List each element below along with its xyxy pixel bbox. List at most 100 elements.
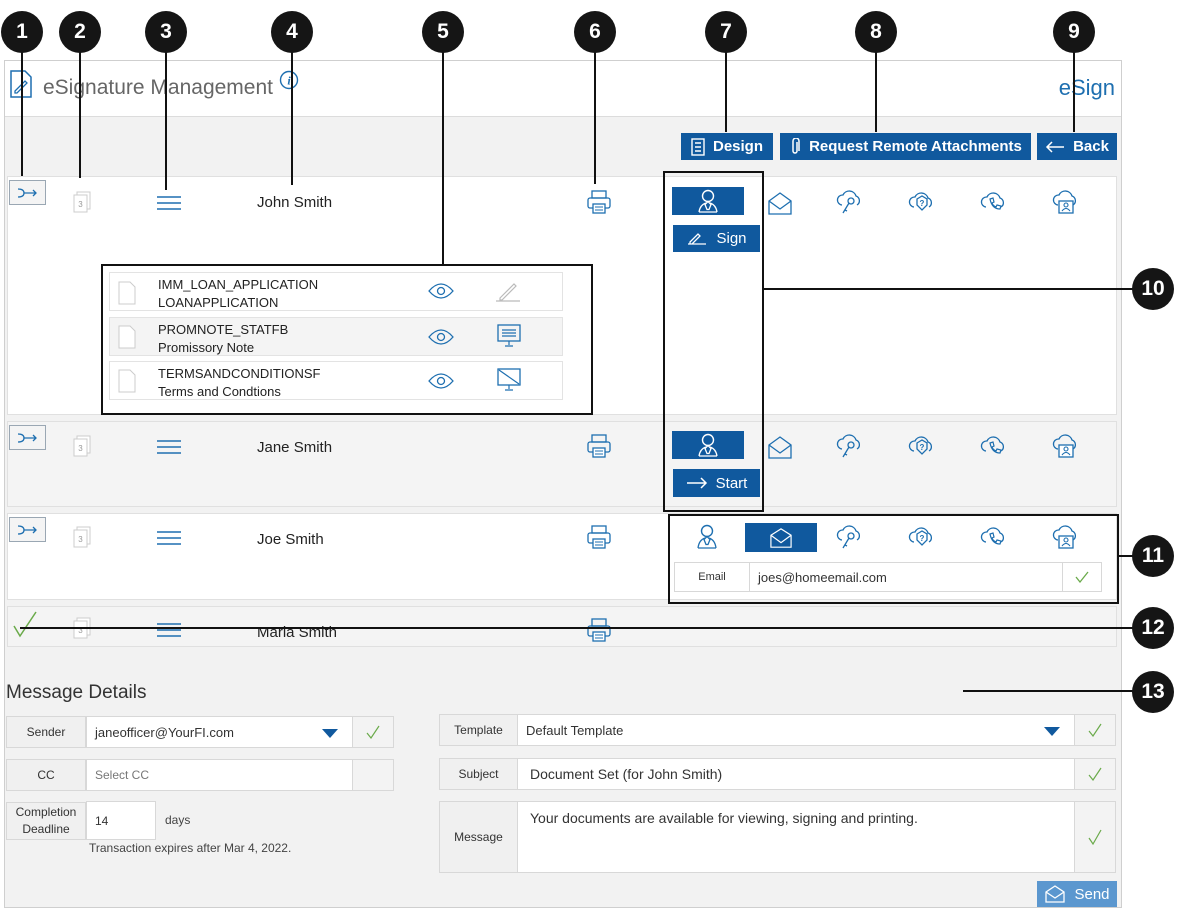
send-button[interactable]: Send <box>1037 881 1117 907</box>
callout-marker-13: 13 <box>1132 671 1174 713</box>
cc-confirm-button[interactable] <box>352 759 394 791</box>
check-icon <box>1088 767 1102 781</box>
send-label: Send <box>1074 885 1110 903</box>
signer-name: John Smith <box>257 194 333 211</box>
message-label: Message <box>439 801 518 873</box>
esign-app: eSignature Management i eSign Design Req… <box>4 60 1122 908</box>
app-header: eSignature Management i eSign <box>5 61 1121 117</box>
message-confirm-button[interactable] <box>1074 801 1116 873</box>
check-icon <box>1088 829 1102 845</box>
subject-label: Subject <box>439 758 518 790</box>
svg-text:?: ? <box>920 199 925 208</box>
callout-marker-8: 8 <box>855 11 897 53</box>
cc-select[interactable]: Select CC <box>86 759 353 791</box>
callout-marker-4: 4 <box>271 11 313 53</box>
design-icon <box>691 137 705 156</box>
list-icon[interactable] <box>156 195 182 211</box>
list-icon[interactable] <box>156 530 182 546</box>
callout-frame-5 <box>101 264 593 415</box>
days-label: days <box>165 813 191 827</box>
mail-icon[interactable] <box>766 435 794 461</box>
printer-icon[interactable] <box>586 189 612 215</box>
info-icon[interactable]: i <box>279 70 299 90</box>
key-cloud-icon[interactable] <box>836 433 864 461</box>
sender-confirm-button[interactable] <box>352 716 394 748</box>
design-button[interactable]: Design <box>681 133 773 160</box>
route-icon <box>16 524 40 536</box>
back-label: Back <box>1073 138 1109 155</box>
check-icon <box>366 725 380 739</box>
callout-line-2 <box>79 52 81 178</box>
phone-cloud-icon[interactable] <box>980 433 1008 461</box>
mail-icon[interactable] <box>766 191 794 217</box>
doc-count-icon: 3 <box>73 526 91 548</box>
callout-marker-1: 1 <box>1 11 43 53</box>
route-button[interactable] <box>9 517 46 542</box>
template-confirm-button[interactable] <box>1074 714 1116 746</box>
design-label: Design <box>712 138 763 155</box>
deadline-label: Completion Deadline <box>6 802 86 840</box>
request-remote-attachments-button[interactable]: Request Remote Attachments <box>780 133 1031 160</box>
callout-line-7 <box>725 52 727 132</box>
deadline-field[interactable]: 14 <box>86 801 156 840</box>
callout-line-5 <box>442 52 444 264</box>
template-value: Default Template <box>526 722 624 738</box>
subject-field[interactable]: Document Set (for John Smith) <box>517 758 1075 790</box>
callout-marker-2: 2 <box>59 11 101 53</box>
list-icon[interactable] <box>156 622 182 638</box>
svg-text:3: 3 <box>78 535 83 544</box>
list-icon[interactable] <box>156 439 182 455</box>
message-textarea[interactable]: Your documents are available for viewing… <box>517 801 1075 873</box>
chevron-down-icon <box>322 729 338 738</box>
callout-marker-7: 7 <box>705 11 747 53</box>
check-icon <box>1088 723 1102 737</box>
callout-marker-12: 12 <box>1132 607 1174 649</box>
callout-marker-6: 6 <box>574 11 616 53</box>
key-cloud-icon[interactable] <box>836 189 864 217</box>
callout-frame-11 <box>668 514 1119 604</box>
doc-count-icon: 3 <box>73 435 91 457</box>
route-button[interactable] <box>9 425 46 450</box>
completed-check-icon <box>13 610 37 638</box>
id-cloud-icon[interactable] <box>1052 433 1080 461</box>
route-icon <box>16 432 40 444</box>
callout-line-6 <box>594 52 596 184</box>
svg-text:3: 3 <box>78 444 83 453</box>
sender-select[interactable]: janeofficer@YourFI.com <box>86 716 353 748</box>
signer-row-jane: 3 Jane Smith Start ? <box>7 421 1117 507</box>
callout-line-9 <box>1073 52 1075 132</box>
callout-line-8 <box>875 52 877 132</box>
printer-icon[interactable] <box>586 617 612 643</box>
sender-label: Sender <box>6 716 86 748</box>
printer-icon[interactable] <box>586 524 612 550</box>
back-button[interactable]: Back <box>1037 133 1117 160</box>
brand-label: eSign <box>1058 75 1115 100</box>
callout-frame-10 <box>663 171 764 512</box>
send-icon <box>1044 885 1066 903</box>
question-cloud-icon[interactable]: ? <box>908 189 936 217</box>
message-details-heading: Message Details <box>6 682 147 703</box>
sender-value: janeofficer@YourFI.com <box>95 724 234 740</box>
callout-line-3 <box>165 52 167 190</box>
callout-marker-10: 10 <box>1132 268 1174 310</box>
route-button[interactable] <box>9 180 46 205</box>
printer-icon[interactable] <box>586 433 612 459</box>
cc-label: CC <box>6 759 86 791</box>
callout-marker-11: 11 <box>1132 535 1174 577</box>
id-cloud-icon[interactable] <box>1052 189 1080 217</box>
route-icon <box>16 187 40 199</box>
question-cloud-icon[interactable]: ? <box>908 433 936 461</box>
callout-line-13 <box>963 690 1133 692</box>
signer-name: Jane Smith <box>257 439 333 456</box>
subject-confirm-button[interactable] <box>1074 758 1116 790</box>
template-select[interactable]: Default Template <box>517 714 1075 746</box>
callout-marker-9: 9 <box>1053 11 1095 53</box>
svg-text:3: 3 <box>78 200 83 209</box>
phone-cloud-icon[interactable] <box>980 189 1008 217</box>
svg-text:?: ? <box>920 443 925 452</box>
signer-name: Joe Smith <box>257 531 324 548</box>
callout-line-12 <box>20 627 1133 629</box>
request-label: Request Remote Attachments <box>809 138 1022 155</box>
page-title: eSignature Management <box>43 76 273 99</box>
doc-count-icon: 3 <box>73 191 91 213</box>
